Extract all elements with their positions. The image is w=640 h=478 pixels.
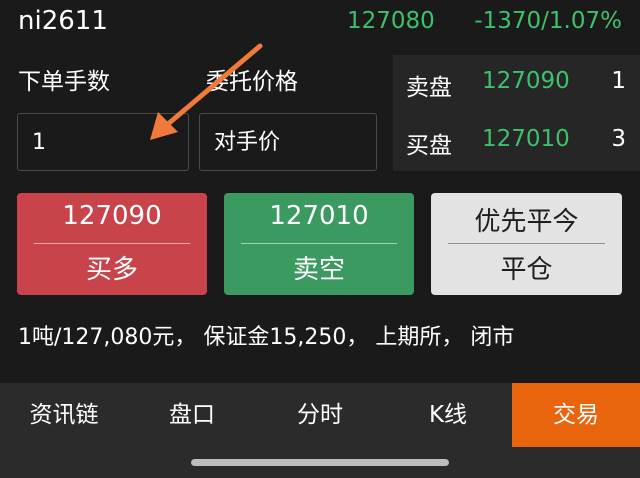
tab-trade[interactable]: 交易 xyxy=(512,383,640,447)
order-book: 卖盘 127090 1 买盘 127010 3 xyxy=(393,55,640,171)
sell-short-price: 127010 xyxy=(269,201,369,231)
button-divider xyxy=(34,243,190,244)
close-position-button[interactable]: 优先平今 平仓 xyxy=(431,193,622,295)
tab-timeshare[interactable]: 分时 xyxy=(256,383,384,447)
contract-info: 1吨/127,080元， 保证金15,250， 上期所， 闭市 xyxy=(18,325,515,350)
price-label: 委托价格 xyxy=(206,69,298,95)
last-price: 127080 xyxy=(347,8,435,34)
ask-row[interactable]: 卖盘 127090 1 xyxy=(393,55,640,113)
sell-short-label: 卖空 xyxy=(292,255,345,285)
home-indicator[interactable] xyxy=(191,459,449,466)
ask-qty: 1 xyxy=(611,68,626,94)
tab-order-book[interactable]: 盘口 xyxy=(128,383,256,447)
button-divider xyxy=(241,243,397,244)
ask-price: 127090 xyxy=(482,68,570,94)
trade-screen: ni2611 127080 -1370/1.07% 下单手数 委托价格 卖盘 1… xyxy=(0,0,640,478)
buy-long-button[interactable]: 127090 买多 xyxy=(17,193,207,295)
price-input[interactable] xyxy=(199,113,377,171)
price-change: -1370/1.07% xyxy=(474,8,622,34)
close-position-label: 平仓 xyxy=(500,255,553,285)
bid-row[interactable]: 买盘 127010 3 xyxy=(393,113,640,171)
bid-price: 127010 xyxy=(482,126,570,152)
bid-qty: 3 xyxy=(611,126,626,152)
quantity-input[interactable] xyxy=(17,113,189,171)
bid-label: 买盘 xyxy=(406,133,452,159)
contract-symbol: ni2611 xyxy=(18,6,108,36)
ask-label: 卖盘 xyxy=(406,75,452,101)
tab-kline[interactable]: K线 xyxy=(384,383,512,447)
buy-long-label: 买多 xyxy=(85,255,138,285)
close-today-first-label: 优先平今 xyxy=(474,207,579,237)
button-divider xyxy=(448,243,605,244)
sell-short-button[interactable]: 127010 卖空 xyxy=(224,193,414,295)
quantity-label: 下单手数 xyxy=(18,69,110,95)
tab-news[interactable]: 资讯链 xyxy=(0,383,128,447)
buy-long-price: 127090 xyxy=(62,201,162,231)
